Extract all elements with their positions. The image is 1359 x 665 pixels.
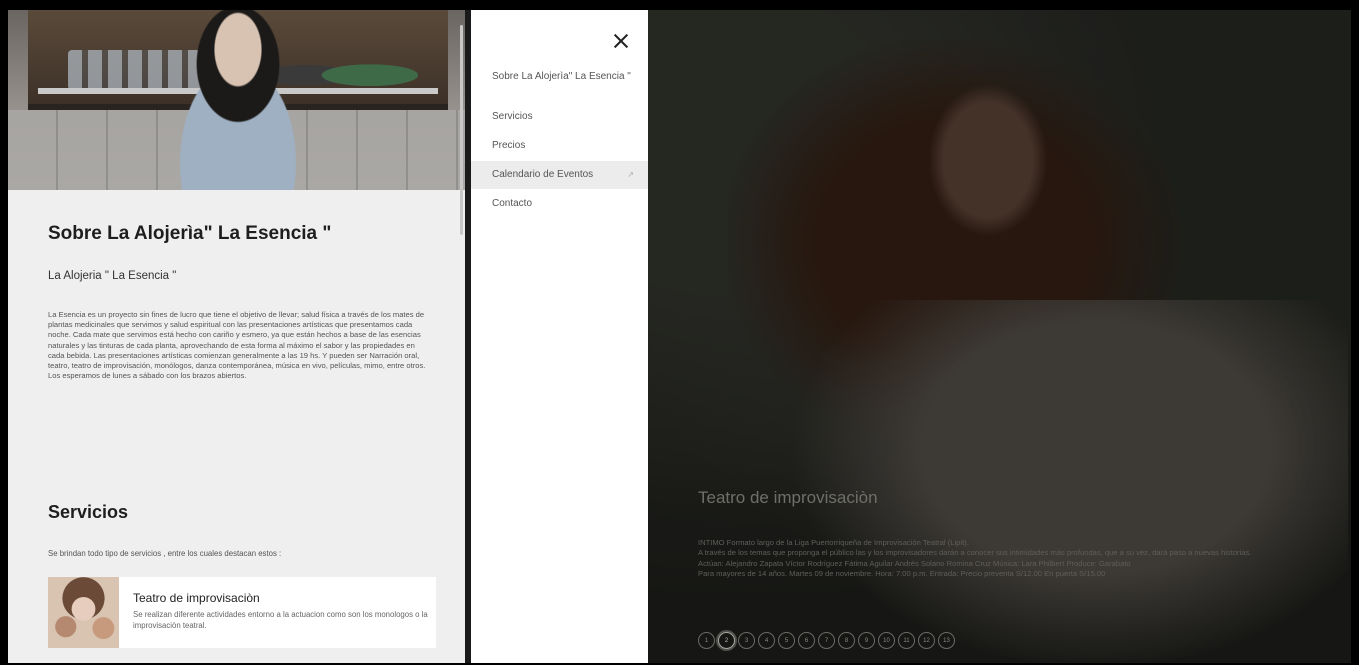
menu-item-label: Contacto — [492, 198, 533, 209]
menu-item-calendar[interactable]: Calendario de Eventos ↗ — [471, 161, 648, 189]
slide-page-dot[interactable]: 12 — [918, 632, 935, 649]
menu-item-label: Servicios — [492, 111, 533, 122]
slide-line: Para mayores de 14 años. Martes 09 de no… — [698, 569, 1106, 579]
menu-item-label: Sobre La Alojerìa" La Esencia " — [492, 71, 631, 82]
slide-page-dot[interactable]: 9 — [858, 632, 875, 649]
slide-pagination: 1 2 3 4 5 6 7 8 9 10 11 12 13 — [698, 632, 955, 649]
about-subtitle: La Alojeria " La Esencia " — [48, 270, 177, 282]
page-frame: Sobre La Alojerìa" La Esencia " La Aloje… — [8, 10, 1351, 663]
slide-page-dot[interactable]: 11 — [898, 632, 915, 649]
hero-image — [8, 10, 465, 190]
slide-page-dot[interactable]: 10 — [878, 632, 895, 649]
slide-page-dot[interactable]: 4 — [758, 632, 775, 649]
slide-page-dot[interactable]: 13 — [938, 632, 955, 649]
menu-item-contact[interactable]: Contacto — [471, 194, 648, 214]
content-panel: Sobre La Alojerìa" La Esencia " La Aloje… — [8, 10, 465, 663]
services-title: Servicios — [48, 502, 129, 522]
service-thumbnail — [48, 577, 119, 648]
menu-item-label: Calendario de Eventos — [492, 169, 594, 180]
slide-page-dot[interactable]: 6 — [798, 632, 815, 649]
menu-item-about[interactable]: Sobre La Alojerìa" La Esencia " — [471, 70, 648, 102]
slide-description: INTIMO Formato largo de la Liga Puertorr… — [698, 538, 1351, 580]
external-link-icon: ↗ — [627, 170, 634, 179]
service-description: Se realizan diferente actividades entorn… — [133, 610, 428, 630]
menu-item-prices[interactable]: Precios — [471, 136, 648, 156]
close-icon[interactable] — [611, 32, 631, 52]
service-title: Teatro de improvisaciòn — [133, 591, 260, 605]
slide-page-dot[interactable]: 8 — [838, 632, 855, 649]
hero-slider: Teatro de improvisaciòn INTIMO Formato l… — [648, 10, 1351, 663]
slide-page-dot[interactable]: 3 — [738, 632, 755, 649]
service-card[interactable]: Teatro de improvisaciòn Se realizan dife… — [48, 577, 436, 648]
services-subtitle: Se brindan todo tipo de servicios , entr… — [48, 549, 282, 558]
slide-page-dot[interactable]: 1 — [698, 632, 715, 649]
nav-menu: Sobre La Alojerìa" La Esencia " Servicio… — [471, 10, 648, 663]
menu-item-services[interactable]: Servicios — [471, 107, 648, 127]
slide-page-dot[interactable]: 7 — [818, 632, 835, 649]
slide-line: Actúan: Alejandro Zapata Víctor Rodrígue… — [698, 558, 1131, 568]
slide-line: INTIMO Formato largo de la Liga Puertorr… — [698, 538, 969, 547]
about-paragraph: La Esencia es un proyecto sin fines de l… — [48, 310, 426, 381]
slide-title: Teatro de improvisaciòn — [698, 488, 878, 507]
about-title: Sobre La Alojerìa" La Esencia " — [48, 223, 332, 244]
scrollbar-thumb[interactable] — [460, 25, 463, 235]
slide-line: A través de los temas que proponga el pú… — [698, 548, 1252, 558]
slide-page-dot[interactable]: 5 — [778, 632, 795, 649]
slide-page-dot[interactable]: 2 — [718, 632, 735, 649]
menu-item-label: Precios — [492, 140, 526, 151]
